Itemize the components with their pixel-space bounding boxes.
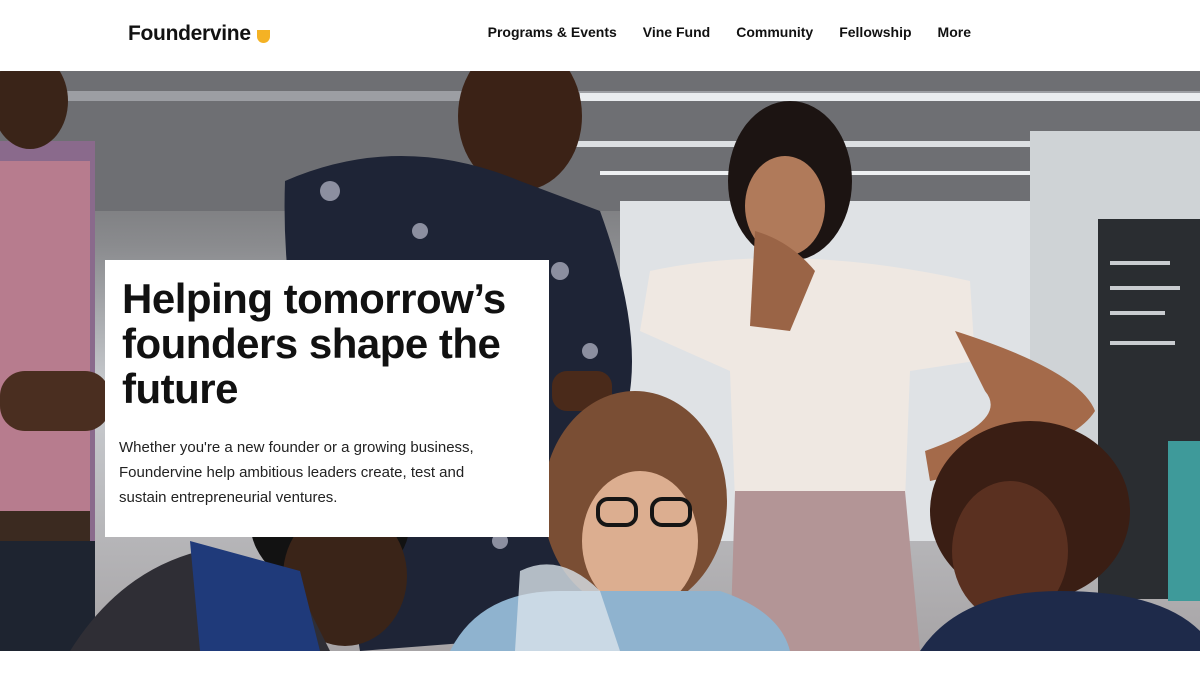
page-bottom-strip [0, 651, 1200, 676]
nav-item-programs-events[interactable]: Programs & Events [488, 24, 617, 40]
nav-item-community[interactable]: Community [736, 24, 813, 40]
hero-card: Helping tomorrow’s founders shape the fu… [105, 260, 549, 537]
main-nav: Programs & Events Vine Fund Community Fe… [488, 24, 971, 40]
hero-subtitle: Whether you're a new founder or a growin… [119, 439, 474, 506]
logo-wordmark: Foundervine [128, 22, 251, 45]
hero-section: Helping tomorrow’s founders shape the fu… [0, 71, 1200, 651]
nav-item-more[interactable]: More [938, 24, 971, 40]
half-circle-icon [256, 29, 270, 43]
site-header: Foundervine Programs & Events Vine Fund … [0, 0, 1200, 71]
nav-item-fellowship[interactable]: Fellowship [839, 24, 911, 40]
nav-item-vine-fund[interactable]: Vine Fund [643, 24, 710, 40]
hero-title: Helping tomorrow’s founders shape the fu… [122, 275, 506, 412]
logo[interactable]: Foundervine [128, 20, 270, 48]
